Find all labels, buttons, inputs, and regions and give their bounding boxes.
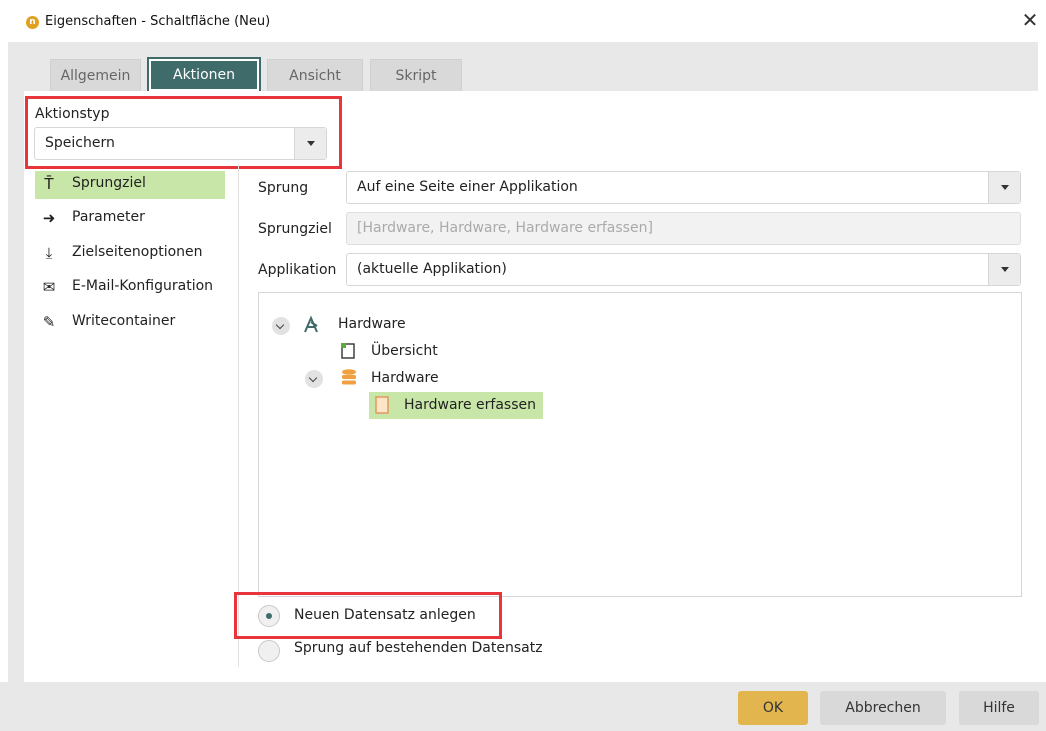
tree-node-selected-label[interactable]: Hardware erfassen — [404, 397, 536, 413]
cancel-button[interactable]: Abbrechen — [820, 691, 946, 725]
nav-item-sprungziel[interactable]: T̄ Sprungziel — [35, 171, 225, 199]
window-title: Eigenschaften - Schaltfläche (Neu) — [45, 14, 271, 29]
nav-item-label: Parameter — [72, 209, 145, 225]
tree-node-root-label[interactable]: Hardware — [338, 316, 406, 332]
sprungziel-value: [Hardware, Hardware, Hardware erfassen] — [357, 220, 653, 236]
envelope-icon: ✉ — [42, 278, 56, 296]
collapse-toggle-icon[interactable] — [305, 370, 323, 388]
sprung-value: Auf eine Seite einer Applikation — [357, 179, 578, 195]
annotation-highlight-radio — [234, 592, 502, 639]
pencil-icon: ✎ — [42, 313, 56, 331]
nav-item-label: E-Mail-Konfiguration — [72, 278, 214, 294]
close-icon[interactable]: ✕ — [1018, 9, 1042, 33]
help-button[interactable]: Hilfe — [959, 691, 1039, 725]
radio-existing-record[interactable] — [258, 640, 280, 662]
jump-target-icon: T̄ — [44, 175, 54, 193]
applikation-label: Applikation — [258, 262, 337, 278]
nav-item-email-konfiguration[interactable]: ✉ E-Mail-Konfiguration — [35, 274, 225, 302]
chevron-down-icon[interactable] — [988, 254, 1020, 285]
download-icon: ⤓ — [45, 244, 53, 262]
nav-item-parameter[interactable]: ➜ Parameter — [35, 205, 225, 233]
chevron-down-icon[interactable] — [988, 172, 1020, 203]
tab-aktionen[interactable]: Aktionen — [147, 57, 261, 93]
page-icon — [340, 342, 356, 360]
arrow-right-icon: ➜ — [42, 209, 56, 227]
applikation-value: (aktuelle Applikation) — [357, 261, 507, 277]
nav-item-writecontainer[interactable]: ✎ Writecontainer — [35, 309, 225, 337]
tab-skript[interactable]: Skript — [370, 59, 462, 91]
applikation-select[interactable]: (aktuelle Applikation) — [346, 253, 1021, 286]
database-icon — [341, 368, 357, 388]
tree-node-datagroup-label[interactable]: Hardware — [371, 370, 439, 386]
annotation-highlight-action-type — [25, 96, 342, 169]
radio-existing-record-label[interactable]: Sprung auf bestehenden Datensatz — [294, 640, 543, 656]
application-icon — [302, 315, 320, 335]
sprung-label: Sprung — [258, 180, 309, 196]
collapse-toggle-icon[interactable] — [272, 317, 290, 335]
app-logo-icon: n — [26, 16, 39, 29]
title-bar: n Eigenschaften - Schaltfläche (Neu) ✕ — [0, 0, 1046, 42]
tree-node-overview-label[interactable]: Übersicht — [371, 343, 438, 359]
nav-item-label: Sprungziel — [72, 175, 146, 191]
ok-button[interactable]: OK — [738, 691, 808, 725]
tab-allgemein[interactable]: Allgemein — [50, 59, 141, 91]
nav-item-label: Zielseitenoptionen — [72, 244, 203, 260]
sprung-select[interactable]: Auf eine Seite einer Applikation — [346, 171, 1021, 204]
form-page-icon — [375, 396, 389, 414]
nav-item-zielseitenoptionen[interactable]: ⤓ Zielseitenoptionen — [35, 240, 225, 268]
sprungziel-label: Sprungziel — [258, 221, 332, 237]
tab-ansicht[interactable]: Ansicht — [267, 59, 363, 91]
sprungziel-field: [Hardware, Hardware, Hardware erfassen] — [346, 212, 1021, 245]
page-tree[interactable] — [258, 292, 1022, 597]
nav-item-label: Writecontainer — [72, 313, 176, 329]
